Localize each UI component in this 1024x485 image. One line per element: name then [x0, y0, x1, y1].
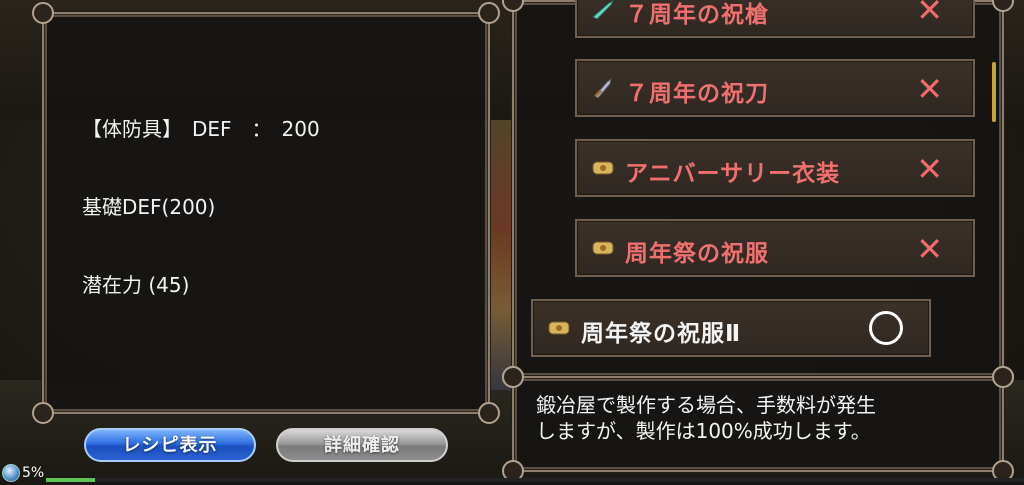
frame-ornament [502, 366, 524, 388]
orb-icon [2, 464, 20, 482]
recipe-item-selected[interactable]: 周年祭の祝服Ⅱ [531, 299, 931, 357]
recipe-item-label: 周年祭の祝服 [625, 241, 769, 267]
scroll-icon [592, 241, 614, 255]
frame-ornament [992, 366, 1014, 388]
recipe-item[interactable]: 周年祭の祝服 ✕ [575, 219, 975, 277]
message-text: 鍛冶屋で製作する場合、手数料が発生 しますが、製作は100%成功します。 [536, 393, 876, 443]
frame-ornament [478, 402, 500, 424]
equipment-info-panel: 【体防具】 DEF ： 200 基礎DEF(200) 潜在力 (45) [32, 2, 500, 424]
unavailable-cross-icon: ✕ [916, 0, 943, 29]
detail-confirm-button[interactable]: 詳細確認 [276, 428, 448, 462]
equipment-type-def: 【体防具】 DEF ： 200 [82, 117, 320, 141]
unavailable-cross-icon: ✕ [916, 70, 943, 108]
equipment-stats: 【体防具】 DEF ： 200 基礎DEF(200) 潜在力 (45) [82, 64, 320, 350]
recipe-item-label: 周年祭の祝服Ⅱ [581, 321, 742, 347]
progress-percent: 5% [22, 465, 45, 481]
scroll-icon [548, 321, 570, 335]
sword-icon [594, 78, 612, 98]
recipe-item[interactable]: ７周年の祝槍 ✕ [575, 0, 975, 38]
message-box: 鍛冶屋で製作する場合、手数料が発生 しますが、製作は100%成功します。 [502, 366, 1014, 482]
frame-ornament [32, 402, 54, 424]
progress-bar-fill [46, 478, 95, 482]
base-def: 基礎DEF(200) [82, 195, 216, 219]
recipe-item-label: ７周年の祝槍 [625, 2, 769, 28]
recipe-item[interactable]: ７周年の祝刀 ✕ [575, 59, 975, 117]
unavailable-cross-icon: ✕ [916, 230, 943, 268]
recipe-display-button[interactable]: レシピ表示 [84, 428, 256, 462]
list-scrollbar[interactable] [992, 62, 996, 122]
recipe-list-panel: ７周年の祝槍 ✕ ７周年の祝刀 ✕ アニバーサリー衣装 ✕ 周年祭の祝服 ✕ 周… [502, 0, 1014, 388]
recipe-item-label: ７周年の祝刀 [625, 81, 769, 107]
progress-bar [46, 478, 1024, 482]
frame-ornament [32, 2, 54, 24]
recipe-item-label: アニバーサリー衣装 [625, 161, 841, 187]
unavailable-cross-icon: ✕ [916, 150, 943, 188]
potential: 潜在力 (45) [82, 273, 190, 297]
spear-icon [592, 0, 615, 19]
frame-ornament [478, 2, 500, 24]
recipe-item[interactable]: アニバーサリー衣装 ✕ [575, 139, 975, 197]
scroll-icon [592, 161, 614, 175]
available-circle-icon [869, 311, 903, 345]
